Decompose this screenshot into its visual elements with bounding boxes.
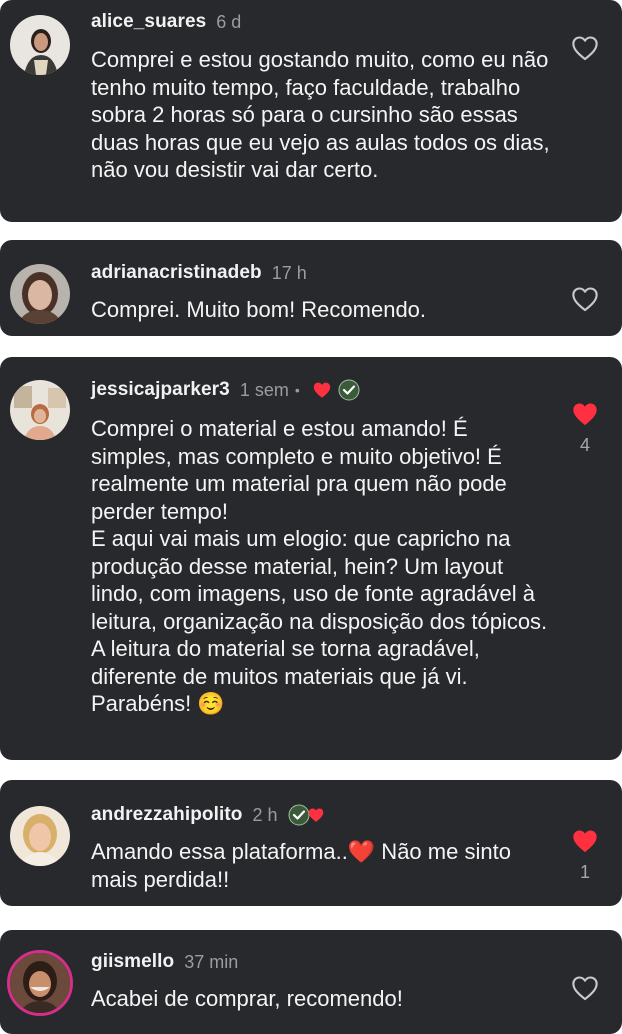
like-count: 4 — [579, 435, 590, 455]
heart-outline-icon — [572, 287, 598, 312]
like-button[interactable] — [568, 35, 602, 61]
username[interactable]: andrezzahipolito — [91, 804, 243, 826]
separator-dot: • — [294, 382, 300, 398]
comment-text: Comprei. Muito bom! Recomendo. — [91, 297, 427, 322]
heart-outline-icon — [572, 976, 598, 1001]
comment-card: adrianacristinadeb 17 h Comprei. Muito b… — [0, 240, 622, 336]
verified-check-icon — [338, 379, 360, 401]
heart-filled-icon — [573, 830, 597, 853]
avatar[interactable] — [10, 15, 70, 75]
avatar[interactable] — [10, 806, 70, 866]
username[interactable]: adrianacristinadeb — [91, 262, 262, 284]
creator-liked-badge — [306, 379, 360, 401]
timestamp: 1 sem — [239, 379, 289, 400]
comment-text: Acabei de comprar, recomendo! — [91, 986, 403, 1011]
timestamp: 6 d — [216, 11, 242, 32]
username[interactable]: giismello — [91, 951, 174, 973]
heart-filled-icon — [573, 403, 597, 426]
username[interactable]: alice_suares — [91, 11, 206, 33]
avatar[interactable] — [10, 380, 70, 440]
timestamp: 17 h — [271, 262, 307, 283]
creator-liked-badge — [284, 804, 325, 826]
like-button[interactable] — [568, 975, 602, 1001]
heart-icon — [313, 382, 330, 398]
comment-card: alice_suares 6 d Comprei e estou gostand… — [0, 0, 622, 222]
comment-text: Amando essa plataforma..❤️ Não me sinto … — [91, 839, 518, 892]
comment-card: andrezzahipolito 2 h Amando essa platafo… — [0, 780, 622, 906]
username[interactable]: jessicajparker3 — [91, 379, 230, 401]
timestamp: 37 min — [184, 951, 239, 972]
comment-text: Comprei o material e estou amando! É sim… — [91, 416, 548, 716]
comment-card: jessicajparker3 1 sem • Comprei o materi… — [0, 357, 622, 760]
like-count: 1 — [579, 862, 590, 882]
avatar[interactable] — [10, 264, 70, 324]
heart-outline-icon — [572, 36, 598, 61]
like-button[interactable]: 4 — [568, 401, 602, 456]
comment-card: giismello 37 min Acabei de comprar, reco… — [0, 930, 622, 1034]
heart-icon — [308, 808, 323, 822]
timestamp: 2 h — [252, 804, 278, 825]
avatar-story-ring[interactable] — [7, 950, 73, 1016]
like-button[interactable] — [568, 286, 602, 312]
like-button[interactable]: 1 — [568, 828, 602, 883]
comment-text: Comprei e estou gostando muito, como eu … — [91, 47, 556, 182]
